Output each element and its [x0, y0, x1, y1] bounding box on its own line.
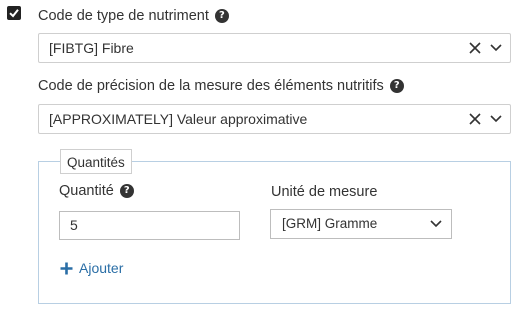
chevron-down-icon[interactable]	[490, 44, 502, 52]
chevron-down-icon[interactable]	[490, 115, 502, 123]
enable-checkbox[interactable]	[7, 6, 21, 20]
plus-icon	[60, 262, 73, 274]
precision-select[interactable]: [APPROXIMATELY] Valeur approximative	[38, 104, 511, 134]
precision-value: [APPROXIMATELY] Valeur approximative	[49, 111, 308, 127]
unit-label: Unité de mesure	[271, 184, 378, 200]
quantity-label: Quantité ?	[59, 183, 134, 199]
help-icon[interactable]: ?	[389, 79, 404, 93]
add-button[interactable]: Ajouter	[60, 260, 123, 276]
quantity-label-text: Quantité	[59, 183, 114, 199]
nutrient-type-select[interactable]: [FIBTG] Fibre	[38, 33, 511, 63]
nutrient-type-label-text: Code de type de nutriment	[38, 8, 209, 24]
quantities-legend: Quantités	[60, 149, 132, 174]
help-icon[interactable]: ?	[119, 184, 134, 198]
unit-value: [GRM] Gramme	[282, 216, 378, 231]
add-label: Ajouter	[79, 260, 124, 276]
help-icon[interactable]: ?	[214, 9, 229, 23]
precision-label: Code de précision de la mesure des éléme…	[38, 78, 404, 94]
checkmark-icon	[9, 9, 19, 18]
unit-select[interactable]: [GRM] Gramme	[270, 209, 452, 239]
nutrient-type-value: [FIBTG] Fibre	[49, 40, 134, 56]
chevron-down-icon	[430, 220, 442, 228]
quantity-input[interactable]: 5	[59, 211, 240, 240]
precision-label-text: Code de précision de la mesure des éléme…	[38, 78, 384, 94]
clear-icon[interactable]	[469, 42, 481, 54]
clear-icon[interactable]	[469, 113, 481, 125]
nutrient-type-label: Code de type de nutriment ?	[38, 8, 229, 24]
